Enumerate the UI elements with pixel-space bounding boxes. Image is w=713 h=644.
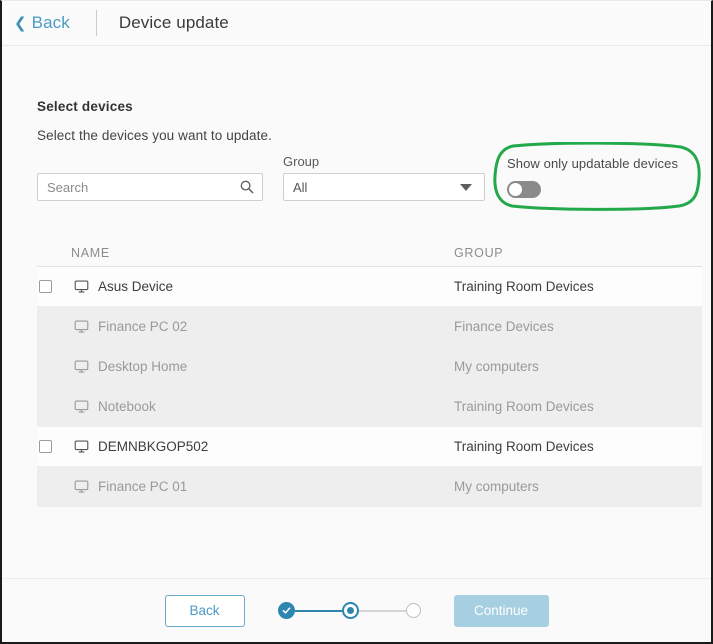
device-table: NAME GROUP Asus Device Training Room Devi…	[37, 235, 702, 507]
device-name: DEMNBKGOP502	[98, 439, 209, 454]
device-name: Notebook	[98, 399, 156, 414]
back-button[interactable]: Back	[164, 594, 245, 627]
updatable-toggle-label: Show only updatable devices	[507, 156, 679, 171]
table-row[interactable]: DEMNBKGOP502 Training Room Devices	[37, 427, 702, 467]
monitor-icon	[74, 359, 89, 374]
table-row: Notebook Training Room Devices	[37, 387, 702, 427]
table-header-row: NAME GROUP	[37, 235, 702, 267]
search-input[interactable]	[38, 174, 238, 200]
toggle-knob	[509, 183, 522, 196]
table-row: Finance PC 01 My computers	[37, 467, 702, 507]
page-content: Select devices Select the devices you wa…	[2, 47, 711, 578]
device-group: Training Room Devices	[454, 439, 594, 454]
section-title: Select devices	[37, 99, 133, 114]
monitor-icon	[74, 279, 89, 294]
device-group: My computers	[454, 479, 539, 494]
row-checkbox[interactable]	[39, 440, 52, 453]
device-name: Asus Device	[98, 279, 174, 294]
step-2-current[interactable]	[341, 602, 359, 619]
chevron-down-icon	[460, 183, 472, 191]
row-checkbox-cell[interactable]	[37, 440, 65, 453]
page-title: Device update	[118, 13, 229, 32]
monitor-icon	[74, 439, 89, 454]
monitor-icon	[74, 399, 89, 414]
device-update-window: ❮ Back Device update Select devices Sele…	[0, 0, 713, 644]
table-row: Desktop Home My computers	[37, 347, 702, 387]
table-row[interactable]: Asus Device Training Room Devices	[37, 267, 702, 307]
device-group: Training Room Devices	[454, 279, 594, 294]
column-header-group: GROUP	[454, 246, 504, 260]
device-group: Training Room Devices	[454, 399, 594, 414]
updatable-filter: Show only updatable devices	[507, 156, 678, 198]
group-label: Group	[283, 154, 320, 169]
section-subtitle: Select the devices you want to update.	[37, 128, 272, 143]
continue-button[interactable]: Continue	[453, 594, 549, 627]
search-icon[interactable]	[238, 180, 262, 194]
table-row: Finance PC 02 Finance Devices	[37, 307, 702, 347]
search-box[interactable]	[37, 173, 263, 201]
device-group: Finance Devices	[454, 319, 554, 334]
group-select[interactable]: All	[283, 173, 485, 201]
check-icon	[282, 607, 290, 614]
row-checkbox-cell[interactable]	[37, 280, 65, 293]
device-name: Desktop Home	[98, 359, 188, 374]
header-divider	[95, 10, 97, 36]
device-group: My computers	[454, 359, 539, 374]
column-header-name: NAME	[71, 246, 110, 260]
step-1-complete[interactable]	[277, 602, 295, 619]
wizard-steps	[277, 602, 421, 619]
back-link[interactable]: ❮ Back	[14, 13, 70, 33]
back-link-label: Back	[31, 13, 70, 32]
monitor-icon	[74, 319, 89, 334]
table-body: Asus Device Training Room Devices Finance …	[37, 267, 702, 507]
monitor-icon	[74, 479, 89, 494]
step-3-upcoming[interactable]	[405, 603, 421, 618]
group-selected-value: All	[293, 179, 308, 195]
chevron-left-icon: ❮	[14, 14, 27, 32]
page-header: ❮ Back Device update	[2, 1, 711, 46]
wizard-footer: Back Continue	[2, 578, 711, 642]
updatable-toggle[interactable]	[507, 181, 541, 198]
device-name: Finance PC 02	[98, 319, 188, 334]
step-connector-1	[294, 609, 342, 612]
step-dot	[346, 607, 354, 614]
row-checkbox[interactable]	[39, 280, 52, 293]
step-connector-2	[358, 609, 406, 612]
device-name: Finance PC 01	[98, 479, 188, 494]
